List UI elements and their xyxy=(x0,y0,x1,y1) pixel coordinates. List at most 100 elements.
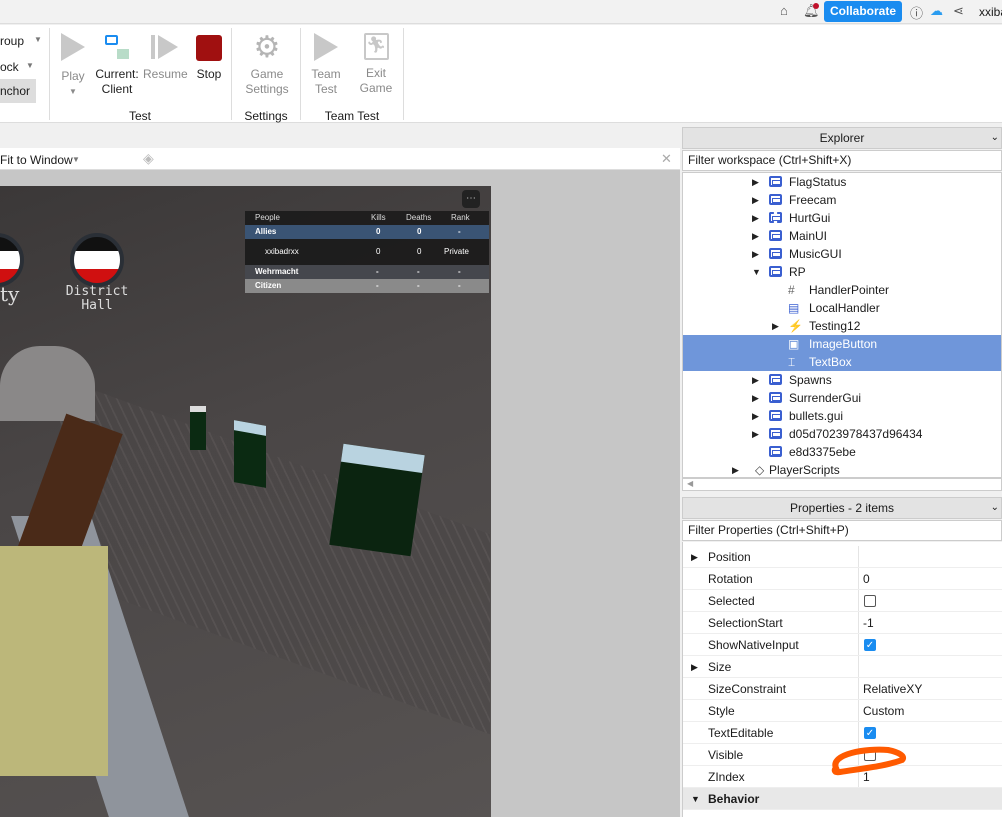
property-row-position[interactable]: ▶ Position xyxy=(683,546,1002,568)
property-name: Visible xyxy=(708,748,744,762)
expand-arrow-icon[interactable]: ▶ xyxy=(752,371,759,389)
cloud-icon[interactable]: ☁ xyxy=(930,3,943,19)
tree-item[interactable]: ▶ Spawns xyxy=(683,371,1001,389)
stop-label: Stop xyxy=(196,67,222,81)
expand-arrow-icon[interactable]: ▶ xyxy=(752,425,759,443)
property-value[interactable]: 0 xyxy=(863,568,870,590)
tree-item[interactable]: ⌶ TextBox xyxy=(683,353,1001,371)
expand-arrow-icon[interactable]: ▶ xyxy=(772,317,779,335)
collapse-arrow-icon[interactable]: ▼ xyxy=(752,263,761,281)
expand-arrow-icon[interactable]: ▶ xyxy=(752,407,759,425)
tree-item[interactable]: ▶ ◇ PlayerScripts xyxy=(683,461,1001,477)
tree-item-label: bullets.gui xyxy=(789,409,844,423)
tree-item[interactable]: ▶ MainUI xyxy=(683,227,1001,245)
divider xyxy=(49,28,50,120)
tree-item-label: ImageButton xyxy=(809,337,878,351)
ribbon: roup ▼ ock ▼ nchor Play ▼ Current: Clien… xyxy=(0,25,1002,123)
expand-arrow-icon[interactable]: ▶ xyxy=(752,245,759,263)
tree-item[interactable]: ▶ SurrenderGui xyxy=(683,389,1001,407)
expand-arrow-icon[interactable]: ▶ xyxy=(691,546,698,568)
collaborate-button[interactable]: Collaborate xyxy=(824,1,902,22)
dropdown-icon[interactable]: ▼ xyxy=(72,155,80,164)
divider xyxy=(231,28,232,120)
close-icon[interactable]: ✕ xyxy=(661,151,672,167)
dropdown-icon[interactable]: ▼ xyxy=(34,35,42,44)
tree-item[interactable]: ▶ bullets.gui xyxy=(683,407,1001,425)
screen-gui-icon xyxy=(769,410,782,421)
property-checkbox[interactable]: ✓ xyxy=(864,727,876,739)
property-section-behavior[interactable]: ▼ Behavior xyxy=(683,788,1002,810)
rotate-device-icon[interactable]: ◈ xyxy=(143,150,154,167)
expand-arrow-icon[interactable]: ▶ xyxy=(691,656,698,678)
stop-button[interactable]: Stop xyxy=(192,33,226,82)
property-row-rotation[interactable]: Rotation 0 xyxy=(683,568,1002,590)
local-script-icon: ▤ xyxy=(788,301,800,315)
tree-item[interactable]: ▶ HurtGui xyxy=(683,209,1001,227)
resume-button[interactable]: Resume xyxy=(143,33,188,82)
property-value[interactable]: -1 xyxy=(863,612,874,634)
property-row-sizeconstraint[interactable]: SizeConstraint RelativeXY xyxy=(683,678,1002,700)
properties-filter-input[interactable]: Filter Properties (Ctrl+Shift+P) xyxy=(682,520,1002,541)
city-icon xyxy=(0,233,24,287)
play-button[interactable]: Play ▼ xyxy=(58,33,88,99)
share-icon[interactable]: ⋖ xyxy=(953,3,964,19)
property-row-selectionstart[interactable]: SelectionStart -1 xyxy=(683,612,1002,634)
horizontal-scrollbar[interactable]: ◀ xyxy=(682,478,1002,491)
tree-item-label: PlayerScripts xyxy=(769,463,840,477)
current-client-button[interactable]: Current: Client xyxy=(94,33,140,97)
property-row-shownativeinput[interactable]: ShowNativeInput ✓ xyxy=(683,634,1002,656)
collapse-icon[interactable]: ⌂ xyxy=(780,3,788,18)
expand-arrow-icon[interactable]: ▶ xyxy=(752,389,759,407)
leaderboard-row[interactable]: Wehrmacht - - - xyxy=(245,265,489,279)
group-label-team-test: Team Test xyxy=(324,109,380,123)
tree-item[interactable]: ▶ MusicGUI xyxy=(683,245,1001,263)
player-scripts-icon: ◇ xyxy=(755,463,765,477)
tree-item[interactable]: ▼ RP xyxy=(683,263,1001,281)
more-menu-icon[interactable]: ⋯ xyxy=(462,190,480,208)
annotation-circle xyxy=(831,746,906,776)
property-row-style[interactable]: Style Custom xyxy=(683,700,1002,722)
explorer-filter-input[interactable]: Filter workspace (Ctrl+Shift+X) xyxy=(682,150,1002,171)
property-value[interactable]: Custom xyxy=(863,700,904,722)
collapse-arrow-icon[interactable]: ▼ xyxy=(691,788,700,810)
help-icon[interactable]: ⓘ xyxy=(910,3,923,22)
anchor-button[interactable]: nchor xyxy=(0,79,36,103)
resume-icon xyxy=(151,33,179,61)
tree-item[interactable]: ▶ d05d7023978437d96434 xyxy=(683,425,1001,443)
property-value[interactable]: RelativeXY xyxy=(863,678,922,700)
screen-gui-icon xyxy=(769,266,782,277)
exit-game-button[interactable]: 🏃︎ Exit Game xyxy=(356,33,396,96)
tree-item[interactable]: ▶ ⚡ Testing12 xyxy=(683,317,1001,335)
team-test-button[interactable]: Team Test xyxy=(306,33,346,97)
property-name: SizeConstraint xyxy=(708,682,787,696)
lock-button[interactable]: ock xyxy=(0,60,19,74)
exit-icon: 🏃︎ xyxy=(363,33,389,60)
property-row-selected[interactable]: Selected xyxy=(683,590,1002,612)
dropdown-icon[interactable]: ▼ xyxy=(26,61,34,70)
tree-item[interactable]: e8d3375ebe xyxy=(683,443,1001,461)
expand-arrow-icon[interactable]: ▶ xyxy=(752,227,759,245)
tree-item[interactable]: ▤ LocalHandler xyxy=(683,299,1001,317)
leaderboard-row[interactable]: Allies 0 0 - xyxy=(245,225,489,239)
expand-arrow-icon[interactable]: ▶ xyxy=(732,461,739,477)
chevron-down-icon[interactable]: ⌄ xyxy=(991,498,999,518)
chevron-down-icon[interactable]: ⌄ xyxy=(991,128,999,148)
title-bar: ⌂ 🔔︎ Collaborate ⓘ ☁ ⋖ xxiba xyxy=(0,0,1002,24)
property-checkbox[interactable]: ✓ xyxy=(864,639,876,651)
expand-arrow-icon[interactable]: ▶ xyxy=(752,209,759,227)
tree-item[interactable]: ▶ FlagStatus xyxy=(683,173,1001,191)
username[interactable]: xxiba xyxy=(979,5,1002,19)
tree-item[interactable]: ▣ ImageButton xyxy=(683,335,1001,353)
leaderboard-row[interactable]: xxibadrxx 0 0 Private xyxy=(245,239,489,265)
leaderboard-row[interactable]: Citizen - - - xyxy=(245,279,489,293)
expand-arrow-icon[interactable]: ▶ xyxy=(752,173,759,191)
property-checkbox[interactable] xyxy=(864,595,876,607)
zoom-select[interactable]: Fit to Window xyxy=(0,153,73,167)
tree-item[interactable]: ▶ Freecam xyxy=(683,191,1001,209)
tree-item[interactable]: # HandlerPointer xyxy=(683,281,1001,299)
property-row-size[interactable]: ▶ Size xyxy=(683,656,1002,678)
window xyxy=(234,420,266,488)
group-button[interactable]: roup xyxy=(0,34,24,48)
game-settings-button[interactable]: ⚙ Game Settings xyxy=(240,33,294,97)
expand-arrow-icon[interactable]: ▶ xyxy=(752,191,759,209)
